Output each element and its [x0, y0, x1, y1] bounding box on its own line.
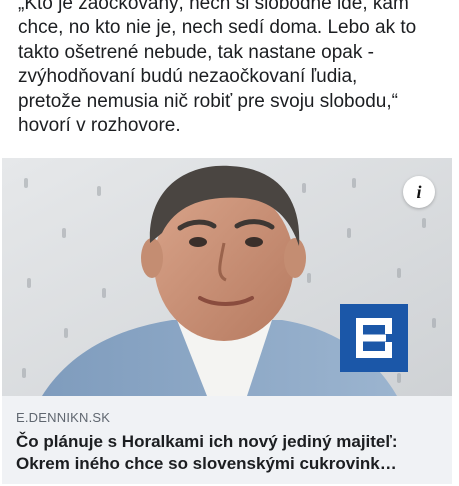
post-text: „Kto je zaočkovaný, nech si slobodne ide… — [18, 0, 448, 138]
link-card-meta[interactable]: E.DENNIKN.SK Čo plánuje s Horalkami ich … — [2, 396, 452, 484]
post-text-line: zvýhodňovaní budú nezaočkovaní ľudia, — [18, 66, 358, 88]
post-text-line: chce, no kto nie je, nech sedí doma. Leb… — [18, 17, 417, 39]
link-title-line: Okrem iného chce so slovenskými cukrovin… — [16, 454, 397, 473]
post-text-line: takto ošetrené nebude, tak nastane opak … — [18, 41, 374, 63]
post-text-line: „Kto je zaočkovaný, nech si slobodne ide… — [18, 0, 409, 14]
post-text-line: hovorí v rozhovore. — [18, 115, 181, 137]
link-title-line: Čo plánuje s Horalkami ich nový jediný m… — [16, 432, 398, 451]
link-domain: E.DENNIKN.SK — [16, 410, 111, 425]
info-icon[interactable]: i — [403, 176, 435, 208]
link-preview-card[interactable]: i E.DENNIKN.SK Čo plánuje s Horalkami ic… — [2, 158, 452, 484]
post-text-line: pretože nemusia nič robiť pre svoju slob… — [18, 90, 398, 112]
article-photo[interactable]: i — [2, 158, 452, 396]
link-title[interactable]: Čo plánuje s Horalkami ich nový jediný m… — [16, 431, 452, 475]
e-dennikn-logo — [340, 304, 408, 372]
